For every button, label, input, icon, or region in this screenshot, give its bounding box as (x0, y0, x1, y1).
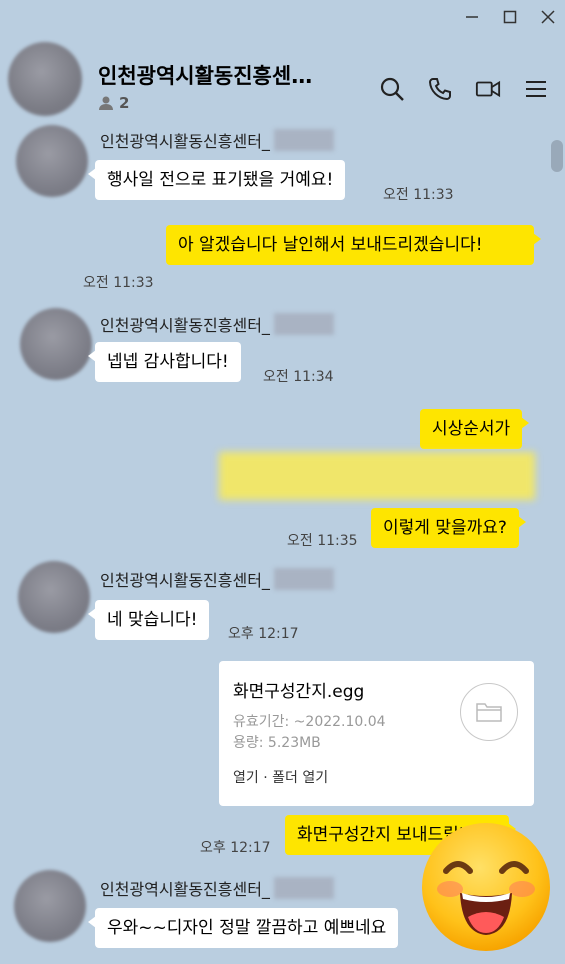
sent-message[interactable]: 이렇게 맞을까요? (371, 508, 526, 548)
chat-header: 인천광역시활동진흥센… 2 (0, 0, 565, 125)
phone-icon[interactable] (427, 76, 453, 102)
member-count-value: 2 (119, 94, 130, 112)
received-message[interactable]: 행사일 전으로 표기됐을 거예요! (87, 160, 346, 200)
sender-name-text: 인천광역시활동진흥센터_ (100, 571, 270, 590)
room-avatar[interactable] (8, 42, 82, 116)
message-time: 오전 11:33 (83, 275, 154, 291)
open-file-link[interactable]: 열기 (233, 770, 259, 786)
file-attachment-card[interactable]: 화면구성간지.egg 유효기간: ~2022.10.04 용량: 5.23MB … (219, 661, 534, 806)
message-time: 오후 12:17 (228, 626, 299, 642)
blurred-image-attachment[interactable] (219, 452, 535, 500)
sender-name: 인천광역시활동진흥센터_ (100, 312, 334, 336)
room-title[interactable]: 인천광역시활동진흥센… (98, 60, 312, 90)
file-actions: 열기 · 폴더 열기 (233, 767, 328, 787)
sent-message[interactable]: 아 알겠습니다 날인해서 보내드리겠습니다! (166, 225, 541, 265)
separator: · (263, 770, 268, 786)
video-call-icon[interactable] (475, 76, 501, 102)
message-time: 오전 11:34 (263, 369, 334, 385)
message-time: 오전 11:33 (383, 187, 454, 203)
laughing-face-emoji-icon (422, 823, 550, 951)
folder-icon[interactable] (460, 683, 518, 741)
sender-name: 인천광역시활동진흥센터_ (100, 567, 334, 591)
menu-icon[interactable] (523, 76, 549, 102)
sender-name-text: 인천광역시활동신흥센터_ (100, 132, 270, 151)
sender-name: 인천광역시활동신흥센터_ (100, 128, 334, 152)
received-message[interactable]: 우와~~디자인 정말 깔끔하고 예쁘네요 (87, 908, 399, 948)
header-toolbar (379, 76, 549, 102)
person-icon (99, 96, 113, 110)
sender-name-text: 인천광역시활동진흥센터_ (100, 880, 270, 899)
message-time: 오전 11:35 (287, 533, 358, 549)
sender-name: 인천광역시활동진흥센터_ (100, 876, 334, 900)
blurred-name (273, 313, 334, 335)
blurred-name (273, 129, 334, 151)
open-folder-link[interactable]: 폴더 열기 (272, 770, 328, 786)
sender-avatar[interactable] (16, 125, 88, 197)
blurred-name (273, 568, 334, 590)
sent-message[interactable]: 시상순서가 (420, 409, 530, 449)
sender-avatar[interactable] (18, 561, 90, 633)
sender-avatar[interactable] (20, 308, 92, 380)
received-message[interactable]: 네 맞습니다! (87, 600, 210, 640)
search-icon[interactable] (379, 76, 405, 102)
blurred-name (273, 877, 334, 899)
message-time: 오후 12:17 (200, 840, 271, 856)
sender-avatar[interactable] (14, 870, 86, 942)
received-message[interactable]: 넵넵 감사합니다! (88, 342, 241, 382)
sender-name-text: 인천광역시활동진흥센터_ (100, 316, 270, 335)
member-count[interactable]: 2 (98, 94, 129, 112)
scrollbar-thumb[interactable] (551, 140, 563, 172)
